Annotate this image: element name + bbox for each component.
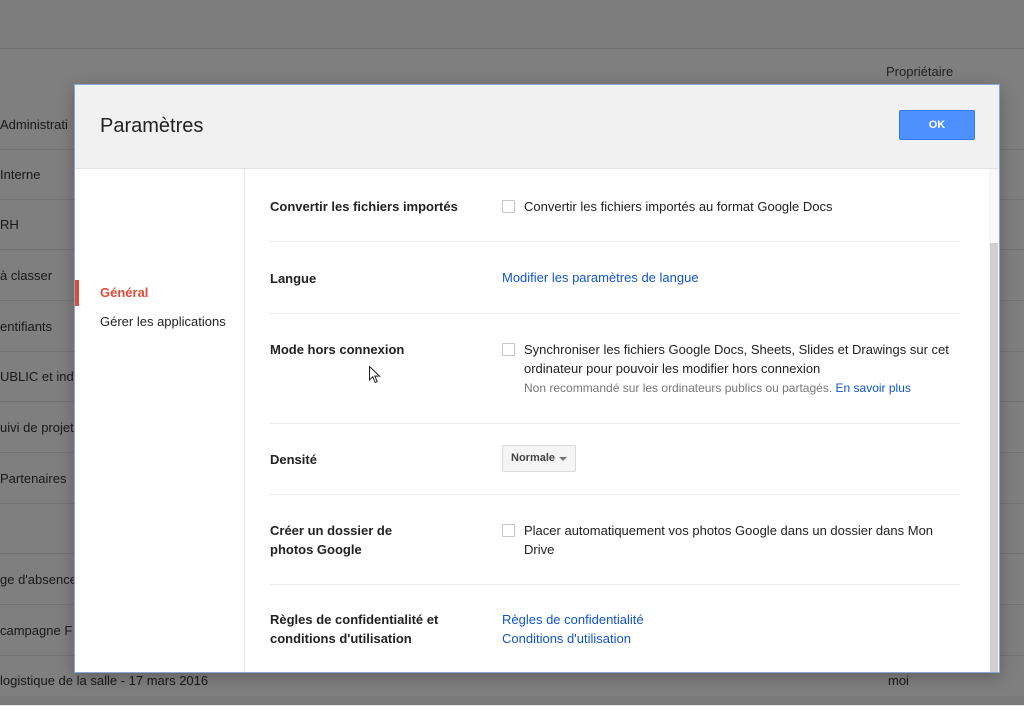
sidebar-item-general[interactable]: Général	[75, 280, 244, 306]
dialog-title: Paramètres	[100, 115, 204, 137]
setting-body: Synchroniser les fichiers Google Docs, S…	[502, 340, 952, 410]
setting-body: Placer automatiquement vos photos Google…	[502, 521, 952, 561]
convert-checkbox[interactable]	[502, 200, 515, 213]
mouse-cursor-icon	[369, 366, 381, 384]
setting-convert: Convertir les fichiers importés Converti…	[270, 169, 960, 242]
setting-body: Modifier les paramètres de langue	[502, 268, 952, 287]
setting-label: Convertir les fichiers importés	[270, 199, 458, 214]
label-line: conditions d'utilisation	[270, 631, 412, 646]
setting-privacy: Règles de confidentialité et conditions …	[270, 585, 960, 672]
terms-of-use-link[interactable]: Conditions d'utilisation	[502, 631, 631, 646]
setting-body: Règles de confidentialité Conditions d'u…	[502, 610, 952, 648]
content-scrollbar[interactable]	[989, 169, 999, 672]
setting-label: Règles de confidentialité et conditions …	[270, 610, 470, 648]
privacy-policy-link[interactable]: Règles de confidentialité	[502, 612, 644, 627]
setting-label: Langue	[270, 271, 317, 286]
settings-sidebar: Général Gérer les applications	[75, 169, 245, 672]
sidebar-item-manage-apps[interactable]: Gérer les applications	[75, 309, 244, 335]
label-line: Créer un dossier de	[270, 523, 393, 538]
settings-dialog: Paramètres OK Général Gérer les applicat…	[74, 84, 1000, 673]
checkbox-label: Placer automatiquement vos photos Google…	[524, 523, 934, 557]
setting-google-photos: Créer un dossier de photos Google Placer…	[270, 495, 960, 585]
settings-content: Convertir les fichiers importés Converti…	[245, 169, 989, 672]
offline-checkbox[interactable]	[502, 343, 515, 356]
label-line: Règles de confidentialité et	[270, 612, 439, 627]
setting-language: Langue Modifier les paramètres de langue	[270, 242, 960, 314]
offline-hint: Non recommandé sur les ordinateurs publi…	[524, 379, 954, 398]
photos-checkbox[interactable]	[502, 524, 515, 537]
scrollbar-thumb[interactable]	[990, 243, 998, 672]
label-line: photos Google	[270, 542, 362, 557]
checkbox-label: Convertir les fichiers importés au forma…	[524, 199, 833, 214]
setting-label: Créer un dossier de photos Google	[270, 521, 470, 559]
density-selected-value: Normale	[511, 452, 556, 464]
hint-text: Non recommandé sur les ordinateurs publi…	[524, 381, 833, 395]
chevron-down-icon	[559, 457, 567, 461]
setting-body: Normale	[502, 445, 952, 473]
setting-label: Mode hors connexion	[270, 342, 405, 357]
learn-more-link[interactable]: En savoir plus	[836, 381, 911, 395]
setting-label: Densité	[270, 452, 317, 467]
checkbox-label: Synchroniser les fichiers Google Docs, S…	[524, 342, 949, 376]
setting-density: Densité Normale	[270, 424, 960, 495]
density-select[interactable]: Normale	[502, 445, 576, 472]
ok-button[interactable]: OK	[899, 110, 975, 140]
language-settings-link[interactable]: Modifier les paramètres de langue	[502, 270, 699, 285]
dialog-header: Paramètres OK	[75, 85, 999, 169]
